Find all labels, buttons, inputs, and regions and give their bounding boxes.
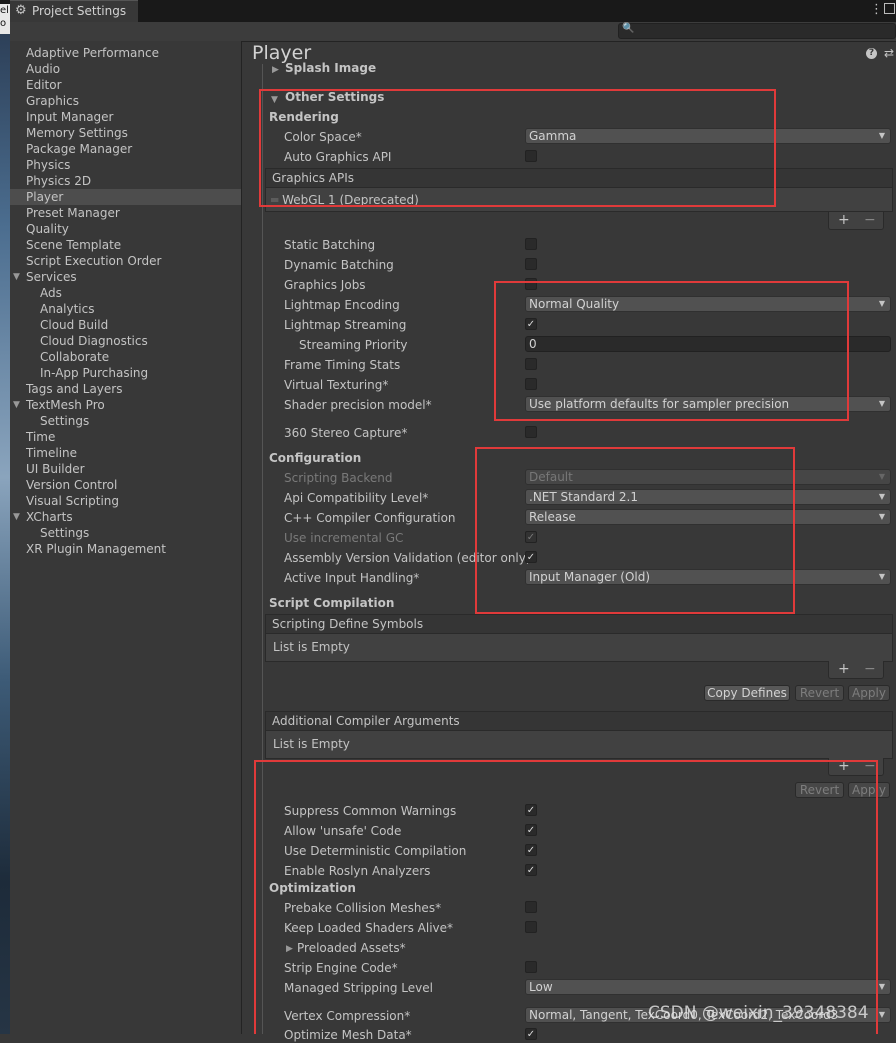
sidebar-item-collaborate[interactable]: Collaborate — [40, 349, 109, 365]
scripting-backend-label: Scripting Backend — [284, 471, 393, 485]
static-batching-checkbox[interactable] — [525, 238, 537, 250]
chevron-down-icon: ▼ — [878, 982, 885, 991]
sidebar-item-cloud-build[interactable]: Cloud Build — [40, 317, 108, 333]
active-input-label: Active Input Handling* — [284, 571, 420, 585]
foldout-expanded-icon[interactable]: ▼ — [13, 272, 20, 282]
sidebar-item-settings[interactable]: Settings — [40, 525, 89, 541]
chevron-down-icon: ▼ — [878, 131, 885, 140]
sidebar-item-tags-and-layers[interactable]: Tags and Layers — [26, 381, 122, 397]
sidebar-item-xr-plugin-management[interactable]: XR Plugin Management — [26, 541, 166, 557]
incremental-gc-label: Use incremental GC — [284, 531, 404, 545]
chevron-down-icon: ▼ — [878, 1010, 885, 1019]
help-icon[interactable]: ? — [866, 48, 877, 59]
revert-button[interactable]: Revert — [795, 685, 844, 701]
foldout-expanded-icon[interactable]: ▼ — [13, 400, 20, 410]
splash-image-foldout[interactable]: Splash Image — [285, 61, 376, 75]
compiler-args-header: Additional Compiler Arguments — [265, 711, 893, 731]
sidebar-item-editor[interactable]: Editor — [26, 77, 62, 93]
streaming-priority-label: Streaming Priority — [299, 338, 408, 352]
sidebar-item-scene-template[interactable]: Scene Template — [26, 237, 121, 253]
remove-icon[interactable]: − — [864, 212, 876, 228]
sidebar-item-analytics[interactable]: Analytics — [40, 301, 95, 317]
define-symbols-list: List is Empty — [265, 634, 893, 662]
script-compilation-heading: Script Compilation — [269, 596, 395, 610]
sidebar-item-textmesh-pro[interactable]: TextMesh Pro — [26, 397, 105, 413]
copy-defines-button[interactable]: Copy Defines — [704, 685, 790, 701]
sidebar-item-player[interactable]: Player — [26, 189, 63, 205]
apply-button[interactable]: Apply — [848, 685, 890, 701]
sidebar-item-ads[interactable]: Ads — [40, 285, 62, 301]
search-icon: 🔍 — [622, 23, 635, 34]
sidebar-item-physics[interactable]: Physics — [26, 157, 70, 173]
shader-precision-label: Shader precision model* — [284, 398, 432, 412]
preset-icon[interactable]: ⇄ — [884, 46, 894, 60]
remove-icon[interactable]: − — [864, 661, 876, 677]
dynamic-batching-checkbox[interactable] — [525, 258, 537, 270]
define-symbols-empty: List is Empty — [273, 640, 350, 654]
annotation-box — [494, 281, 849, 421]
define-symbols-controls: + − — [828, 661, 884, 679]
annotation-box — [259, 89, 776, 207]
sidebar-item-quality[interactable]: Quality — [26, 221, 69, 237]
sidebar-item-script-execution-order[interactable]: Script Execution Order — [26, 253, 161, 269]
api-compat-label: Api Compatibility Level* — [284, 491, 429, 505]
chevron-down-icon: ▼ — [878, 572, 885, 581]
sidebar-item-input-manager[interactable]: Input Manager — [26, 109, 114, 125]
sidebar-item-physics-2d[interactable]: Physics 2D — [26, 173, 91, 189]
sidebar-item-cloud-diagnostics[interactable]: Cloud Diagnostics — [40, 333, 148, 349]
configuration-heading: Configuration — [269, 451, 362, 465]
sidebar-item-memory-settings[interactable]: Memory Settings — [26, 125, 128, 141]
sidebar-item-services[interactable]: Services — [26, 269, 77, 285]
gear-icon: ⚙ — [15, 3, 27, 18]
annotation-box — [475, 447, 795, 614]
foldout-expanded-icon[interactable]: ▼ — [13, 512, 20, 522]
graphics-jobs-label: Graphics Jobs — [284, 278, 366, 292]
define-symbols-header: Scripting Define Symbols — [265, 614, 893, 634]
compiler-args-list: List is Empty — [265, 731, 893, 759]
chevron-down-icon: ▼ — [878, 512, 885, 521]
graphics-apis-controls: + − — [828, 212, 884, 230]
background-window-fragment: el o — [0, 4, 10, 34]
foldout-arrow-icon[interactable]: ▶ — [272, 62, 279, 78]
sidebar-item-ui-builder[interactable]: UI Builder — [26, 461, 85, 477]
sidebar-item-timeline[interactable]: Timeline — [26, 445, 77, 461]
chevron-down-icon: ▼ — [878, 492, 885, 501]
static-batching-label: Static Batching — [284, 238, 376, 252]
sidebar-item-graphics[interactable]: Graphics — [26, 93, 79, 109]
chevron-down-icon: ▼ — [878, 299, 885, 308]
cpp-compiler-label: C++ Compiler Configuration — [284, 511, 456, 525]
chevron-down-icon: ▼ — [878, 399, 885, 408]
sidebar-item-in-app-purchasing[interactable]: In-App Purchasing — [40, 365, 148, 381]
window-title: Project Settings — [32, 4, 127, 18]
watermark: CSDN @weixin_39348384 — [648, 1003, 869, 1023]
search-input[interactable] — [618, 23, 896, 39]
sidebar-item-adaptive-performance[interactable]: Adaptive Performance — [26, 45, 159, 61]
maximize-icon[interactable] — [884, 3, 895, 14]
lightmap-streaming-label: Lightmap Streaming — [284, 318, 407, 332]
lightmap-encoding-label: Lightmap Encoding — [284, 298, 400, 312]
stereo-capture-label: 360 Stereo Capture* — [284, 426, 408, 440]
sidebar-item-xcharts[interactable]: XCharts — [26, 509, 73, 525]
background-desktop-strip — [0, 22, 10, 1034]
sidebar-item-version-control[interactable]: Version Control — [26, 477, 117, 493]
add-icon[interactable]: + — [838, 212, 850, 228]
chevron-down-icon: ▼ — [878, 472, 885, 481]
sidebar-item-package-manager[interactable]: Package Manager — [26, 141, 132, 157]
compiler-args-empty: List is Empty — [273, 737, 350, 751]
sidebar-item-time[interactable]: Time — [26, 429, 55, 445]
annotation-box — [254, 760, 878, 1034]
sidebar-item-visual-scripting[interactable]: Visual Scripting — [26, 493, 119, 509]
dynamic-batching-label: Dynamic Batching — [284, 258, 394, 272]
stereo-capture-checkbox[interactable] — [525, 426, 537, 438]
kebab-menu-icon[interactable]: ⋮ — [870, 2, 883, 17]
sidebar-item-audio[interactable]: Audio — [26, 61, 60, 77]
sidebar-item-settings[interactable]: Settings — [40, 413, 89, 429]
add-icon[interactable]: + — [838, 661, 850, 677]
sidebar-item-preset-manager[interactable]: Preset Manager — [26, 205, 120, 221]
frame-timing-stats-label: Frame Timing Stats — [284, 358, 401, 372]
virtual-texturing-label: Virtual Texturing* — [284, 378, 389, 392]
